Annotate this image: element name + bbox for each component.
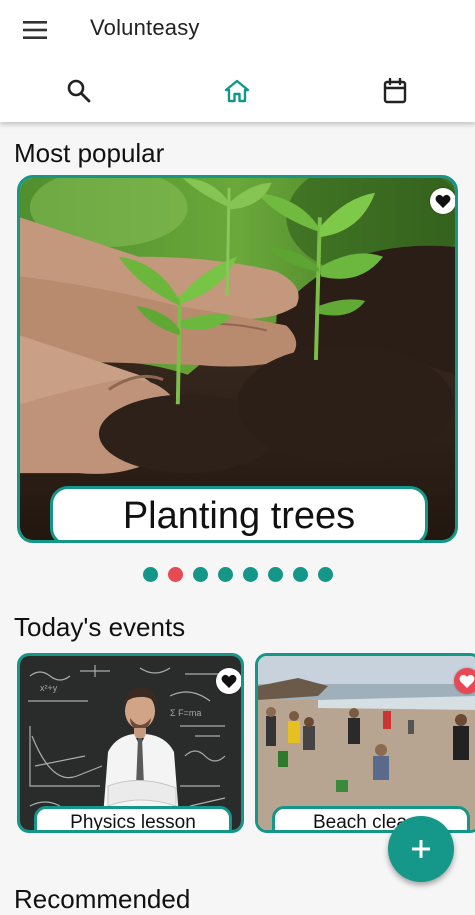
svg-text:Σ F=ma: Σ F=ma	[170, 708, 201, 718]
physics-lesson-image: x²+y Σ F=ma	[20, 656, 241, 830]
carousel-dot[interactable]	[292, 567, 308, 582]
plus-icon	[412, 840, 430, 858]
event-title: Physics lesson	[34, 806, 232, 830]
event-card-beach-cleanup[interactable]: Beach clea	[255, 653, 475, 833]
app-title: Volunteasy	[90, 15, 200, 40]
favorite-button[interactable]	[216, 668, 241, 694]
carousel-indicator	[0, 567, 475, 583]
popular-event-card[interactable]: Planting trees	[17, 175, 458, 543]
app-bar: Volunteasy	[0, 0, 475, 60]
heart-icon	[435, 194, 451, 208]
hamburger-menu-icon	[23, 21, 47, 39]
search-icon	[67, 79, 91, 103]
tab-calendar[interactable]	[316, 60, 474, 122]
carousel-dot[interactable]	[192, 567, 208, 582]
tab-search[interactable]	[0, 60, 158, 122]
heart-icon	[221, 674, 237, 688]
todays-events-heading: Today's events	[14, 612, 186, 642]
beach-cleanup-image	[258, 656, 475, 830]
event-card-physics-lesson[interactable]: x²+y Σ F=ma Physics lesson	[17, 653, 244, 833]
carousel-dot-active[interactable]	[167, 567, 183, 582]
favorite-button[interactable]	[430, 188, 455, 214]
menu-button[interactable]	[16, 14, 54, 46]
svg-text:x²+y: x²+y	[40, 683, 58, 693]
carousel-dot[interactable]	[317, 567, 333, 582]
carousel-dot[interactable]	[242, 567, 258, 582]
carousel-dot[interactable]	[217, 567, 233, 582]
calendar-icon	[383, 78, 407, 104]
popular-event-title: Planting trees	[50, 486, 428, 540]
heart-icon	[459, 674, 475, 688]
home-icon	[224, 79, 250, 103]
favorite-button[interactable]	[454, 668, 475, 694]
carousel-dot[interactable]	[142, 567, 158, 582]
carousel-dot[interactable]	[267, 567, 283, 582]
tab-bar	[0, 60, 475, 122]
tab-home[interactable]	[158, 60, 316, 122]
most-popular-heading: Most popular	[14, 138, 165, 168]
add-event-button[interactable]	[388, 816, 454, 882]
